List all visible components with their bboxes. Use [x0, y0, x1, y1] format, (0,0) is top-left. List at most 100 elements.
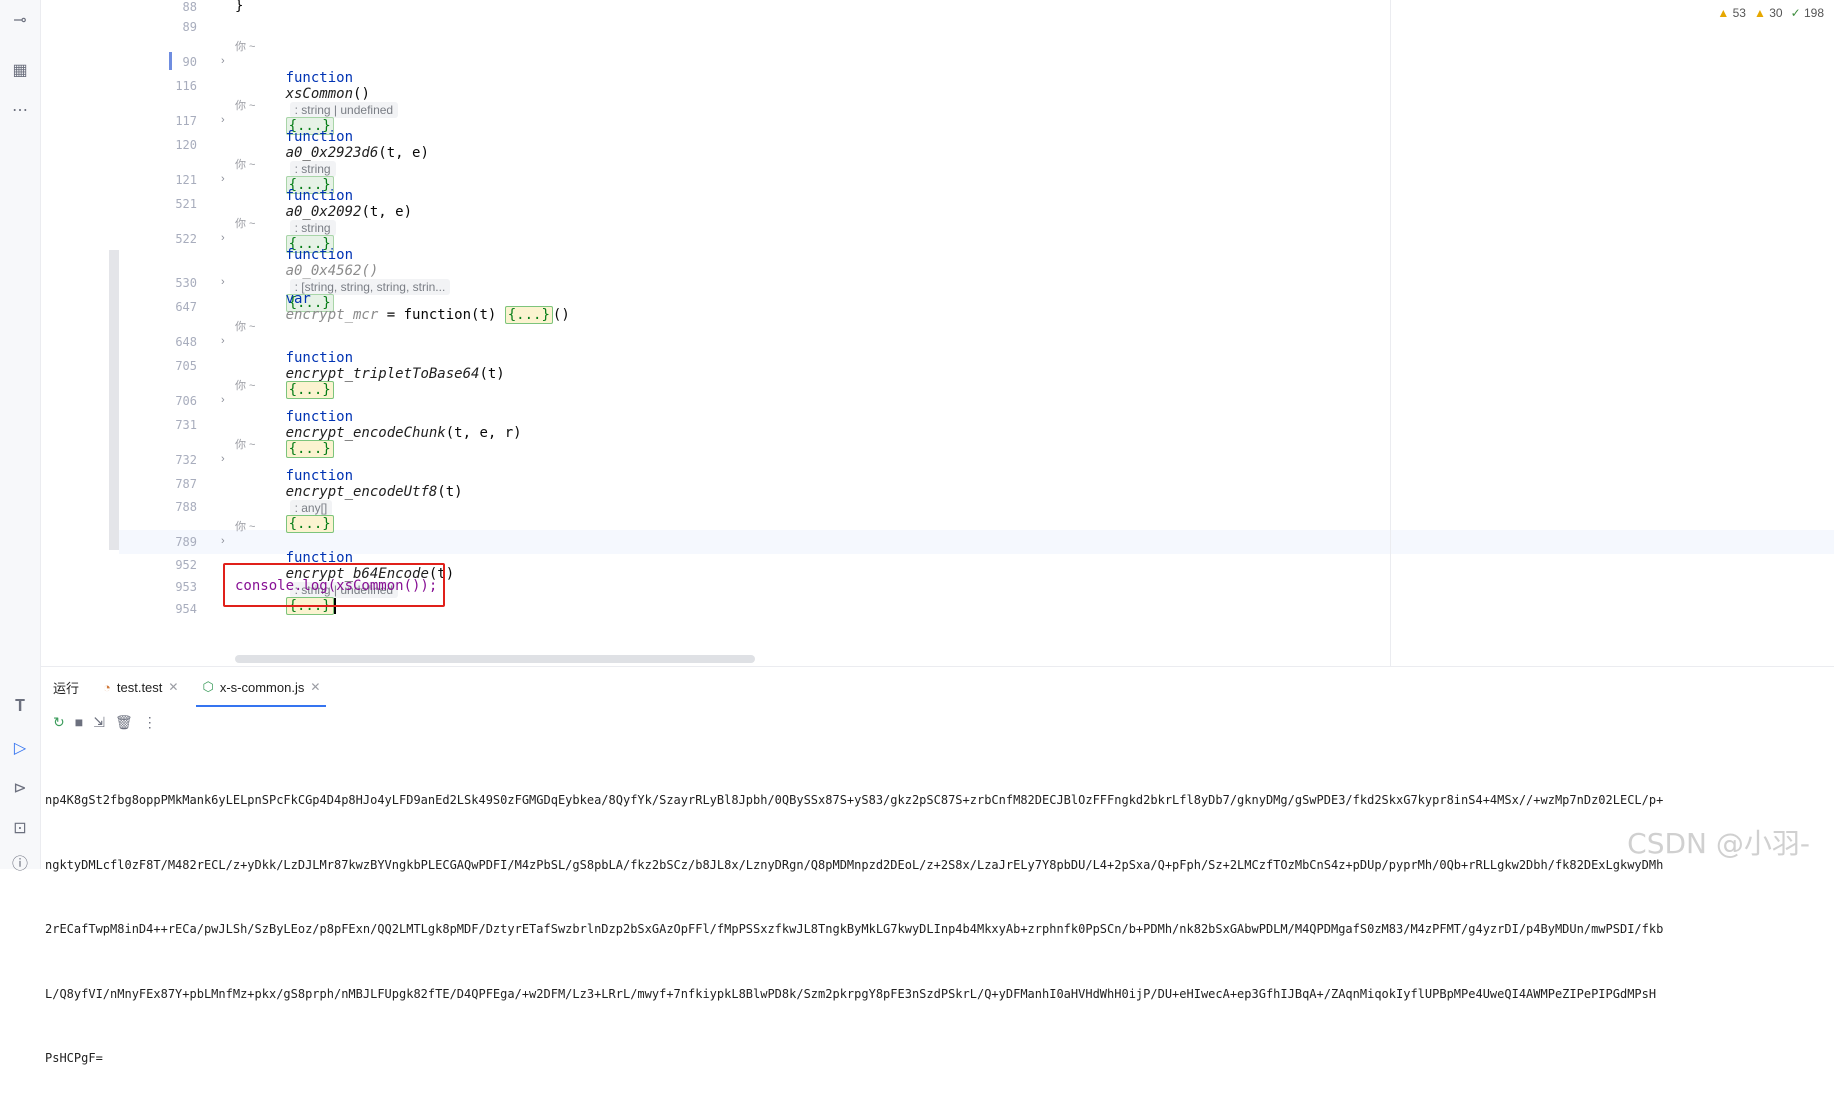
line-number: 954: [175, 602, 197, 616]
keyword: function: [285, 129, 354, 145]
line-number: 648: [175, 335, 197, 349]
code-line: }: [235, 0, 244, 14]
folded-region[interactable]: {...}: [504, 306, 553, 324]
right-margin-guide: [1390, 0, 1391, 666]
line-number: 787: [175, 477, 197, 491]
line-number: 89: [182, 20, 197, 34]
tab-x-s-common-js[interactable]: ⬡ x-s-common.js ✕: [190, 667, 332, 707]
ok-count-value: 198: [1803, 6, 1824, 20]
services-icon[interactable]: ⊳: [8, 776, 32, 800]
function-args: (t, e): [378, 145, 429, 161]
line-number: 732: [175, 453, 197, 467]
warning-icon: ▲: [1717, 6, 1730, 20]
line-number: 705: [175, 359, 197, 373]
stop-icon[interactable]: ■: [75, 714, 83, 730]
line-number: 731: [175, 418, 197, 432]
keyword: function: [285, 70, 354, 86]
weak-warning-icon: ▲: [1753, 6, 1766, 20]
scroll-to-end-icon[interactable]: ⇲: [93, 714, 105, 731]
line-number: 120: [175, 138, 197, 152]
tool-strip: ⊸ ▦ ⋯ 𝐓 ▷ ⊳ ⊡ ⓘ: [0, 0, 41, 873]
more-options-icon[interactable]: ⋮: [143, 714, 157, 731]
fold-chevron-icon[interactable]: ›: [221, 394, 225, 406]
run-panel-title: 运行: [41, 667, 91, 707]
weak-warning-count-value: 30: [1769, 6, 1783, 20]
fold-chevron-icon[interactable]: ›: [221, 55, 225, 67]
check-icon: ✓: [1790, 6, 1801, 20]
fold-chevron-icon[interactable]: ›: [221, 232, 225, 244]
type-hint: : any[]: [289, 500, 333, 516]
folded-region[interactable]: {...}: [285, 515, 334, 533]
function-name: a0_0x2092: [285, 204, 362, 220]
trash-icon[interactable]: 🗑: [115, 714, 133, 731]
function-args: (t): [437, 484, 463, 500]
fold-chevron-icon[interactable]: ›: [221, 535, 225, 547]
line-number: 90: [182, 55, 197, 69]
function-args: (t): [479, 366, 505, 382]
ok-count[interactable]: ✓ 198: [1791, 6, 1824, 20]
warning-count[interactable]: ▲ 53: [1717, 6, 1746, 20]
gutter-scroll-track[interactable]: [109, 250, 119, 550]
fold-chevron-icon[interactable]: ›: [221, 453, 225, 465]
tab-label: x-s-common.js: [219, 679, 305, 695]
weak-warning-count[interactable]: ▲ 30: [1754, 6, 1783, 20]
fold-chevron-icon[interactable]: ›: [221, 276, 225, 288]
endpoints-icon[interactable]: 𝐓: [8, 695, 32, 719]
run-tabs: 运行 ◔ test.test ✕ ⬡ x-s-common.js ✕: [41, 667, 1834, 707]
fold-chevron-icon[interactable]: ›: [221, 114, 225, 126]
inspection-widget[interactable]: ▲ 53 ▲ 30 ✓ 198: [1717, 6, 1824, 20]
function-expression: = function(t): [378, 307, 505, 323]
line-number: 116: [175, 79, 197, 93]
structure-icon[interactable]: ▦: [8, 58, 32, 82]
tab-label: test.test: [116, 679, 163, 695]
fold-chevron-icon[interactable]: ›: [221, 173, 225, 185]
terminal-icon[interactable]: ⊡: [8, 816, 32, 840]
more-icon[interactable]: ⋯: [8, 98, 32, 122]
keyword: function: [285, 350, 354, 366]
highlight-annotation-box: [223, 563, 445, 607]
line-number: 647: [175, 300, 197, 314]
line-number: 788: [175, 500, 197, 514]
code-line-encrypt_mcr[interactable]: var encrypt_mcr = function(t) {...}(): [235, 275, 570, 339]
close-icon[interactable]: ✕: [168, 680, 178, 694]
output-line: PsHCPgF=: [45, 1051, 103, 1065]
warning-count-value: 53: [1732, 6, 1746, 20]
function-args: (t, e, r): [445, 425, 522, 441]
run-panel-title-label: 运行: [53, 680, 80, 696]
line-number: 952: [175, 558, 197, 572]
function-args: (): [353, 86, 370, 102]
output-line: L/Q8yfVI/nMnyFEx87Y+pbLMnfMz+pkx/gS8prph…: [45, 986, 1657, 1001]
output-line: ngktyDMLcfl0zF8T/M482rECL/z+yDkk/LzDJLMr…: [45, 857, 1664, 872]
line-number: 706: [175, 394, 197, 408]
line-number: 121: [175, 173, 197, 187]
keyword: function: [285, 247, 354, 263]
line-number-gutter: 88 89 90 116 117 120 121 521 522 530 647…: [119, 0, 234, 666]
rerun-icon[interactable]: ↻: [53, 714, 65, 731]
watermark: CSDN @小羽-: [1627, 827, 1810, 860]
variable-name: encrypt_mcr: [285, 307, 379, 323]
run-icon[interactable]: ▷: [8, 736, 32, 760]
tab-test-test[interactable]: ◔ test.test ✕: [91, 667, 190, 707]
line-number: 789: [175, 535, 197, 549]
author-hint[interactable]: 你 ~: [235, 38, 255, 54]
code-editor[interactable]: 88 89 90 116 117 120 121 521 522 530 647…: [41, 0, 1834, 666]
function-name: encrypt_encodeUtf8: [285, 484, 438, 500]
code-area[interactable]: } 你 ~ 你 ~ 你 ~ 你 ~ 你 ~ 你 ~ 你 ~ 你 ~ functi…: [235, 0, 1834, 666]
line-number: 530: [175, 276, 197, 290]
keyword: var: [285, 291, 311, 307]
line-number: 521: [175, 197, 197, 211]
output-line: 2rECafTwpM8inD4++rECa/pwJLSh/SzByLEoz/p8…: [45, 922, 1664, 936]
horizontal-scrollbar[interactable]: [235, 655, 755, 663]
keyword: function: [285, 409, 354, 425]
line-number: 117: [175, 114, 197, 128]
run-panel: 运行 ◔ test.test ✕ ⬡ x-s-common.js ✕ ↻ ■ ⇲…: [41, 666, 1834, 1065]
fold-chevron-icon[interactable]: ›: [221, 335, 225, 347]
fold-strip: [41, 0, 119, 666]
problems-icon[interactable]: ⓘ: [8, 850, 32, 874]
close-icon[interactable]: ✕: [310, 680, 320, 694]
keyword: function: [285, 188, 354, 204]
function-name: xsCommon: [285, 86, 354, 102]
commit-icon[interactable]: ⊸: [8, 8, 32, 32]
console-output[interactable]: np4K8gSt2fbg8oppPMkMank6yLELpnSPcFkCGp4D…: [45, 747, 1834, 1113]
invocation: (): [552, 307, 570, 323]
